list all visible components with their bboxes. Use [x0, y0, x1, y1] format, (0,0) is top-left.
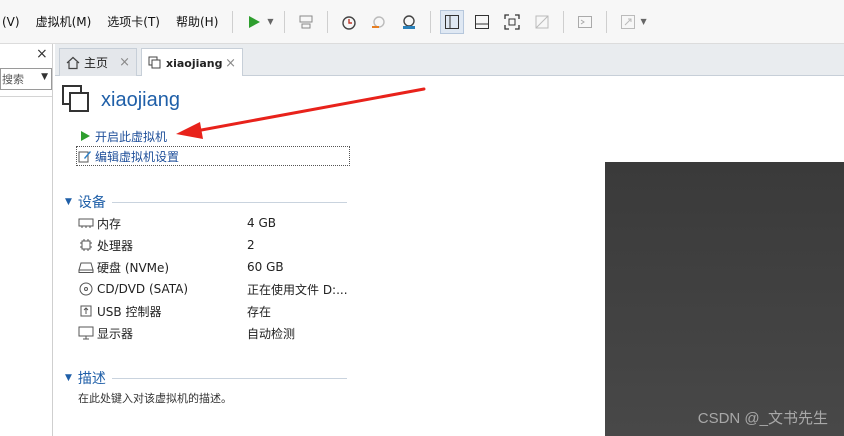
device-name: USB 控制器	[97, 304, 162, 319]
power-on-link[interactable]: 开启此虚拟机	[77, 126, 350, 146]
unity-icon[interactable]	[530, 10, 554, 34]
device-name: 硬盘 (NVMe)	[97, 260, 170, 275]
stretch-icon[interactable]	[616, 10, 640, 34]
menu-tabs[interactable]: 选项卡(T)	[99, 0, 168, 44]
tab-vm[interactable]: xiaojiang ×	[141, 48, 243, 77]
monitor-icon	[77, 325, 95, 341]
edit-settings-label: 编辑虚拟机设置	[95, 149, 180, 164]
vm-header: xiaojiang	[61, 84, 180, 117]
fullscreen-icon[interactable]	[500, 10, 524, 34]
toolbar-separator	[562, 10, 564, 33]
device-value: 自动检测	[247, 326, 296, 341]
library-panel: × 搜索 ▼	[0, 44, 53, 436]
device-value: 4 GB	[247, 216, 276, 230]
library-view-icon[interactable]	[439, 9, 464, 34]
chevron-down-icon[interactable]: ▼	[267, 17, 273, 26]
power-on-label: 开启此虚拟机	[95, 129, 168, 144]
vm-preview-thumbnail[interactable]	[605, 162, 844, 436]
description-section-title: 描述	[77, 371, 106, 387]
snapshot-manager-icon[interactable]	[397, 10, 421, 34]
toolbar-separator	[605, 10, 607, 33]
memory-icon	[77, 215, 95, 231]
close-icon[interactable]: ×	[119, 55, 130, 70]
device-row-usb[interactable]: USB 控制器 存在	[77, 300, 352, 322]
device-row-cddvd[interactable]: CD/DVD (SATA) 正在使用文件 D:...	[77, 278, 352, 300]
device-value: 正在使用文件 D:...	[247, 282, 348, 297]
vm-icon	[148, 56, 162, 70]
vm-actions: 开启此虚拟机 编辑虚拟机设置	[76, 126, 350, 166]
snapshot-icon[interactable]	[337, 10, 361, 34]
device-row-disk[interactable]: 硬盘 (NVMe) 60 GB	[77, 256, 352, 278]
search-label: 搜索	[2, 73, 24, 86]
usb-icon	[77, 303, 95, 319]
collapse-caret-icon[interactable]: ▼	[65, 197, 72, 207]
edit-settings-link[interactable]: 编辑虚拟机设置	[76, 146, 350, 166]
tab-home[interactable]: 主页 ×	[59, 48, 137, 76]
device-row-cpu[interactable]: 处理器 2	[77, 234, 352, 256]
console-view-icon[interactable]	[470, 10, 494, 34]
vm-summary-page: xiaojiang 开启此虚拟机 编辑虚拟机设置 ▼ 设备 内存 4 GB 处理…	[55, 76, 844, 436]
device-row-memory[interactable]: 内存 4 GB	[77, 212, 352, 234]
play-icon[interactable]	[242, 10, 266, 34]
device-value: 60 GB	[247, 260, 284, 274]
description-placeholder[interactable]: 在此处键入对该虚拟机的描述。	[78, 390, 232, 406]
menu-view[interactable]: (V)	[0, 0, 28, 44]
chevron-down-icon[interactable]: ▼	[641, 17, 647, 26]
device-name: 处理器	[97, 238, 134, 253]
send-keys-icon[interactable]	[294, 10, 318, 34]
menu-vm[interactable]: 虚拟机(M)	[28, 0, 100, 44]
disk-icon	[77, 259, 95, 275]
edit-settings-icon	[77, 148, 93, 164]
description-section-header[interactable]: ▼ 描述	[65, 368, 347, 388]
vm-icon	[61, 84, 91, 117]
menu-help[interactable]: 帮助(H)	[168, 0, 226, 44]
device-name: 显示器	[97, 326, 134, 341]
tab-label: 主页	[84, 56, 109, 70]
device-row-display[interactable]: 显示器 自动检测	[77, 322, 352, 344]
toolbar-separator	[429, 10, 431, 33]
toolbar-separator	[232, 10, 234, 33]
device-list: 内存 4 GB 处理器 2 硬盘 (NVMe) 60 GB CD/DVD (SA…	[77, 212, 352, 344]
vm-title: xiaojiang	[101, 89, 180, 111]
terminal-icon[interactable]	[573, 10, 597, 34]
section-divider	[111, 377, 347, 379]
menubar: (V) 虚拟机(M) 选项卡(T) 帮助(H) ▼ ▼	[0, 0, 844, 44]
device-value: 2	[247, 238, 255, 252]
tab-label: xiaojiang	[166, 56, 223, 70]
play-icon	[77, 128, 93, 144]
devices-section-header[interactable]: ▼ 设备	[65, 192, 347, 212]
toolbar-separator	[283, 10, 285, 33]
close-icon[interactable]: ×	[36, 46, 48, 62]
revert-snapshot-icon[interactable]	[367, 10, 391, 34]
device-value: 存在	[247, 304, 272, 319]
cd-icon	[77, 281, 95, 297]
library-tree[interactable]	[0, 96, 52, 436]
section-divider	[111, 201, 347, 203]
devices-section-title: 设备	[77, 195, 106, 211]
device-name: CD/DVD (SATA)	[97, 282, 189, 296]
device-name: 内存	[97, 216, 122, 231]
cpu-icon	[77, 237, 95, 253]
chevron-down-icon[interactable]: ▼	[41, 72, 48, 82]
watermark: CSDN @_文书先生	[697, 410, 828, 427]
collapse-caret-icon[interactable]: ▼	[65, 373, 72, 383]
search-input[interactable]: 搜索 ▼	[0, 68, 52, 90]
tab-bar: 主页 × xiaojiang ×	[55, 44, 844, 77]
home-icon	[66, 56, 80, 70]
toolbar-separator	[326, 10, 328, 33]
close-icon[interactable]: ×	[225, 56, 236, 71]
